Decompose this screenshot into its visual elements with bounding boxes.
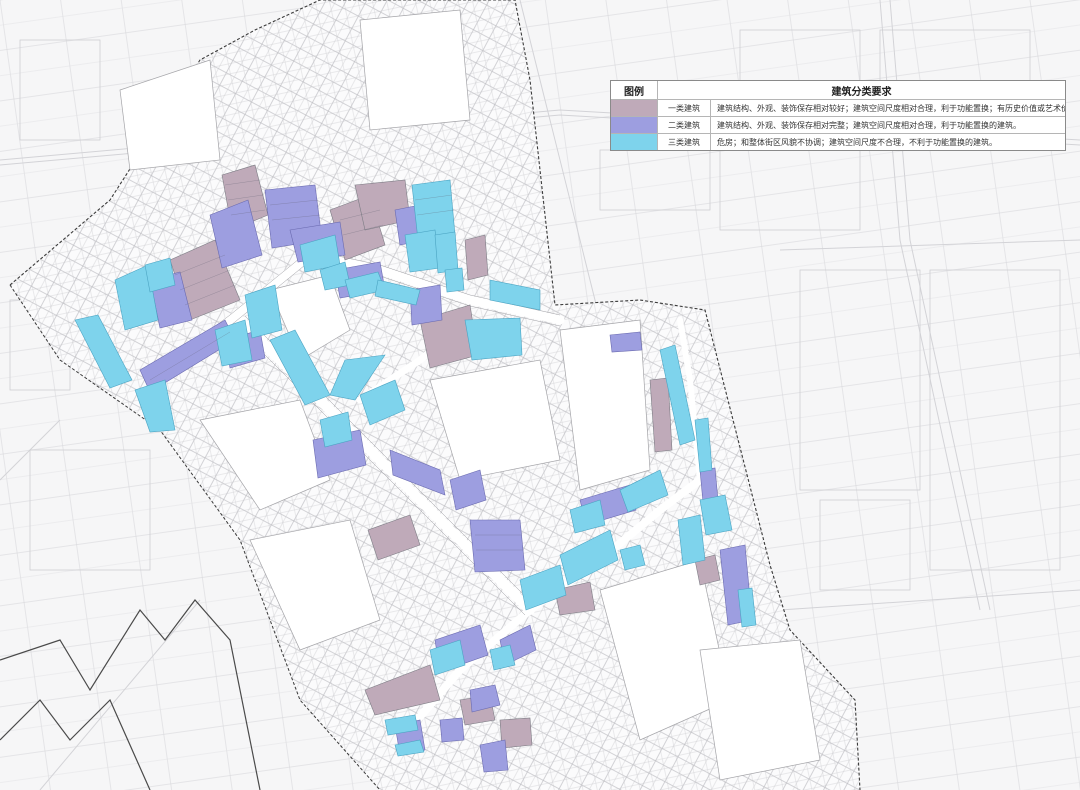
legend-swatch-class-2 xyxy=(611,117,658,133)
legend-swatch-class-1 xyxy=(611,100,658,116)
legend-header-requirements: 建筑分类要求 xyxy=(831,86,892,98)
legend-header-symbol: 图例 xyxy=(611,81,658,99)
legend-desc-class-2: 建筑结构、外观、装饰保存相对完整；建筑空间尺度相对合理，利于功能置换的建筑。 xyxy=(717,120,1021,130)
legend-row-class-2: 二类建筑 建筑结构、外观、装饰保存相对完整；建筑空间尺度相对合理，利于功能置换的… xyxy=(611,117,1065,134)
legend-panel: 图例 建筑分类要求 一类建筑 建筑结构、外观、装饰保存相对较好；建筑空间尺度相对… xyxy=(610,80,1066,151)
legend-header: 图例 建筑分类要求 xyxy=(611,81,1065,100)
legend-swatch-class-3 xyxy=(611,134,658,150)
legend-color-class-2 xyxy=(611,117,657,133)
legend-label-class-2: 二类建筑 xyxy=(658,117,711,133)
legend-label-class-1: 一类建筑 xyxy=(658,100,711,116)
legend-desc-class-3: 危房；和整体街区风貌不协调；建筑空间尺度不合理，不利于功能置换的建筑。 xyxy=(717,137,997,147)
legend-color-class-3 xyxy=(611,134,657,150)
legend-desc-class-1: 建筑结构、外观、装饰保存相对较好；建筑空间尺度相对合理，利于功能置换；有历史价值… xyxy=(717,103,1065,113)
legend-row-class-3: 三类建筑 危房；和整体街区风貌不协调；建筑空间尺度不合理，不利于功能置换的建筑。 xyxy=(611,134,1065,150)
legend-row-class-1: 一类建筑 建筑结构、外观、装饰保存相对较好；建筑空间尺度相对合理，利于功能置换；… xyxy=(611,100,1065,117)
legend-color-class-1 xyxy=(611,100,657,116)
legend-label-class-3: 三类建筑 xyxy=(658,134,711,150)
